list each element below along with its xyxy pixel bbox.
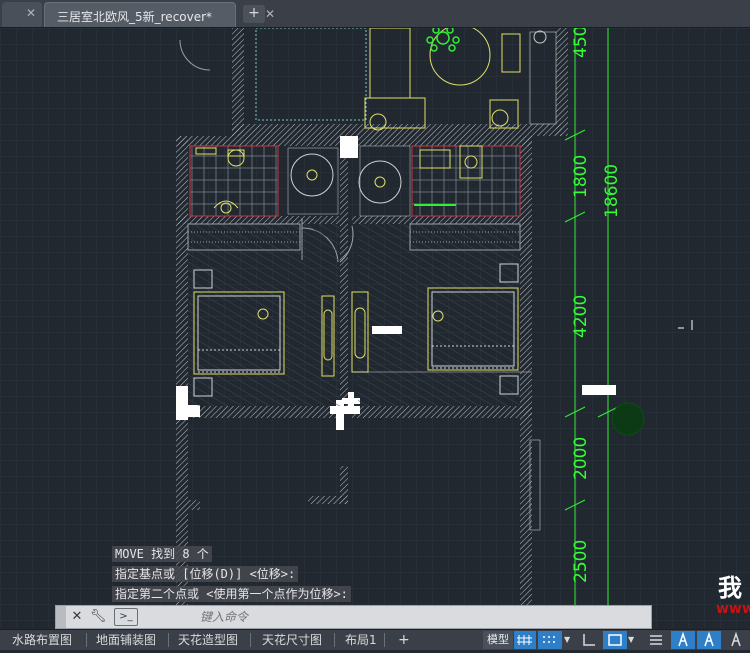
document-tab-active[interactable]: 三居室北欧风_5新_recover* ✕ [44,2,275,27]
dimension-total-label: 18600 [602,164,622,218]
grid-icon[interactable] [514,631,536,649]
command-history: MOVE 找到 8 个 指定基点或 [位移(D)] <位移>: 指定第二个点或 … [112,544,652,604]
menu-lines-icon[interactable] [645,631,667,649]
command-line-bar: ✕ 🔧︎ >_ [55,605,652,629]
status-bar: 水路布置图 地面铺装图 天花造型图 天花尺寸图 布局1 + 模型 ▼ ▼ [0,629,750,650]
layout-tab[interactable]: 天花尺寸图 [262,632,322,648]
drawing-canvas[interactable]: 450 1800 4200 2000 2500 18600 [0,28,750,628]
dimension-label: 450 [571,28,591,58]
annotation-visibility-icon[interactable] [697,631,721,649]
axis-bubble [611,402,645,436]
document-tab-previous[interactable]: ✕ [2,2,42,27]
ortho-icon[interactable] [578,631,600,649]
document-tab-bar: ✕ 三居室北欧风_5新_recover* ✕ + [0,0,750,28]
dimension-label: 4200 [571,295,591,338]
add-layout-button[interactable]: + [398,632,410,648]
watermark-logo: 我 www [716,568,750,617]
bedroom-left [187,223,340,406]
model-space-button[interactable]: 模型 [483,631,513,649]
bedroom-right [351,223,532,406]
bathroom-left [189,145,279,217]
layout-tab[interactable]: 水路布置图 [12,632,72,648]
close-icon[interactable]: ✕ [68,608,86,626]
annotation-scale-icon[interactable] [671,631,695,649]
new-tab-button[interactable]: + [243,5,265,23]
layout-tab[interactable]: 地面铺装图 [96,632,156,648]
selection-grip[interactable] [582,385,616,395]
close-tab-icon[interactable]: ✕ [22,4,40,22]
layout-tab[interactable]: 天花造型图 [178,632,238,648]
document-tab-title: 三居室北欧风_5新_recover* [57,10,213,24]
command-input[interactable] [196,608,644,626]
polar-tracking-icon[interactable] [603,631,627,649]
snap-icon[interactable] [538,631,562,649]
chevron-down-icon[interactable]: ▼ [628,631,638,649]
drag-handle[interactable] [56,606,66,628]
chevron-down-icon[interactable]: ▼ [564,631,574,649]
command-prompt-icon[interactable]: >_ [114,608,138,626]
watermark-char: 我 [718,573,742,602]
dimension-label: 1800 [571,155,591,198]
command-history-line: MOVE 找到 8 个 [112,544,652,564]
watermark-url: www [716,601,750,617]
workspace-icon[interactable] [724,631,748,649]
dimension-label: 2000 [571,437,591,480]
layout-tab[interactable]: 布局1 [345,632,377,648]
command-history-line: 指定第二个点或 <使用第一个点作为位移>: [112,584,652,604]
wrench-icon[interactable]: 🔧︎ [89,608,107,626]
command-history-line: 指定基点或 [位移(D)] <位移>: [112,564,652,584]
